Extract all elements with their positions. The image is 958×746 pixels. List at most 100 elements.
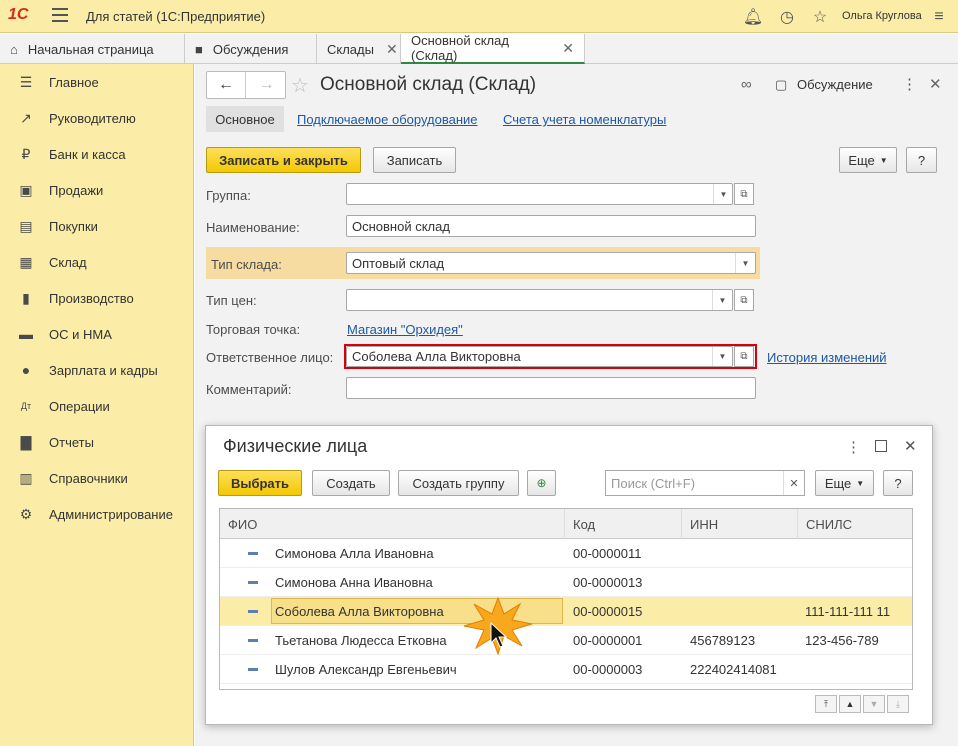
sidebar-item-sales[interactable]: ▣ Продажи	[0, 172, 194, 208]
close-icon[interactable]: ✕	[929, 75, 942, 93]
name-field[interactable]: Основной склад	[346, 215, 756, 237]
sidebar-item-warehouse[interactable]: ▦ Склад	[0, 244, 194, 280]
table-row[interactable]: Тьетанова Людесса Етковна 00-0000001 456…	[220, 626, 912, 655]
sidebar-item-main[interactable]: ☰ Главное	[0, 64, 194, 100]
search-input[interactable]: Поиск (Ctrl+F)	[605, 470, 805, 496]
discussion-button[interactable]: Обсуждение	[797, 77, 873, 92]
more-vertical-icon[interactable]: ⋮	[846, 438, 861, 456]
item-icon	[248, 610, 258, 613]
star-icon[interactable]: ☆	[291, 73, 309, 98]
create-button[interactable]: Создать	[312, 470, 390, 496]
close-icon[interactable]: ✕	[562, 40, 574, 57]
main-menu-icon[interactable]	[52, 8, 68, 22]
person-icon: ●	[21, 362, 31, 378]
ruble-coin-icon: ₽	[21, 145, 31, 162]
clear-search-icon[interactable]: ✕	[783, 471, 804, 495]
window-title: Для статей (1С:Предприятие)	[86, 9, 266, 24]
select-button[interactable]: Выбрать	[218, 470, 302, 496]
sidebar-item-label: Администрирование	[49, 506, 173, 522]
chat-icon: ■	[195, 41, 203, 57]
user-name[interactable]: Ольга Круглова	[842, 10, 922, 22]
tab-main-warehouse[interactable]: Основной склад (Склад) ✕	[401, 33, 585, 64]
table-row[interactable]: Шулов Александр Евгеньевич 00-0000003 22…	[220, 655, 912, 684]
cell-inn: 456789123	[690, 633, 756, 648]
sidebar-item-fixed-assets[interactable]: ▬ ОС и НМА	[0, 316, 194, 352]
store-link[interactable]: Магазин "Орхидея"	[347, 322, 463, 337]
price-type-field[interactable]: ▼	[346, 289, 733, 311]
bell-icon[interactable]: 🔔︎	[743, 7, 763, 27]
create-group-button[interactable]: Создать группу	[398, 470, 519, 496]
table-row[interactable]: Симонова Анна Ивановна 00-0000013	[220, 568, 912, 597]
menu-lines-icon: ☰	[19, 73, 33, 90]
open-icon[interactable]: ⧉	[734, 346, 754, 367]
sidebar-item-label: Справочники	[49, 470, 128, 486]
group-label: Группа:	[206, 188, 251, 203]
sidebar-item-salary[interactable]: ● Зарплата и кадры	[0, 352, 194, 388]
tab-home[interactable]: ⌂ Начальная страница	[0, 34, 185, 64]
table-header: ФИО Код ИНН СНИЛС	[220, 509, 912, 539]
sidebar-item-label: Производство	[49, 290, 134, 306]
responsible-field[interactable]: Соболева Алла Викторовна ▼	[346, 346, 733, 367]
link-icon[interactable]: ∞	[741, 76, 752, 93]
more-vertical-icon[interactable]: ⋮	[902, 75, 917, 93]
history-icon[interactable]: ◷	[777, 7, 797, 27]
help-button[interactable]: ?	[906, 147, 937, 173]
comment-field[interactable]	[346, 377, 756, 399]
close-icon[interactable]: ✕	[904, 437, 917, 455]
group-field[interactable]	[346, 183, 733, 205]
tab-discussions[interactable]: ■ Обсуждения	[185, 34, 317, 64]
sidebar-item-director[interactable]: ↗ Руководителю	[0, 100, 194, 136]
table-row-selected[interactable]: Соболева Алла Викторовна 00-0000015 111-…	[220, 597, 912, 626]
save-button[interactable]: Записать	[373, 147, 456, 173]
open-icon[interactable]: ⧉	[734, 183, 754, 205]
back-arrow-icon[interactable]: ←	[207, 72, 246, 98]
comment-label: Комментарий:	[206, 382, 292, 397]
help-button[interactable]: ?	[883, 470, 913, 496]
settings-menu-icon[interactable]: ≡	[929, 7, 949, 27]
sidebar-item-bank[interactable]: ₽ Банк и касса	[0, 136, 194, 172]
dialog-title: Физические лица	[223, 436, 368, 456]
dropdown-icon[interactable]: ▼	[712, 290, 732, 310]
column-header-name[interactable]: ФИО	[220, 509, 565, 539]
scroll-down-icon[interactable]: ▼	[863, 695, 885, 713]
close-icon[interactable]: ✕	[386, 41, 398, 58]
scroll-to-bottom-icon[interactable]: ⤓	[887, 695, 909, 713]
save-and-close-button[interactable]: Записать и закрыть	[206, 147, 361, 173]
type-label: Тип склада:	[211, 257, 282, 272]
table-row[interactable]: Симонова Алла Ивановна 00-0000011	[220, 539, 912, 568]
sidebar-item-catalogs[interactable]: ▥ Справочники	[0, 460, 194, 496]
sidebar-item-reports[interactable]: ▇ Отчеты	[0, 424, 194, 460]
warehouse-type-field[interactable]: Оптовый склад ▼	[346, 252, 756, 274]
add-from-template-button[interactable]: ⊕	[527, 470, 556, 496]
sidebar-item-production[interactable]: ▮ Производство	[0, 280, 194, 316]
more-button[interactable]: Еще ▼	[815, 470, 874, 496]
sidebar: ☰ Главное ↗ Руководителю ₽ Банк и касса ▣ Пр…	[0, 64, 194, 746]
column-header-inn[interactable]: ИНН	[682, 509, 798, 539]
sidebar-item-admin[interactable]: ⚙ Администрирование	[0, 496, 194, 532]
sidebar-item-purchases[interactable]: ▤ Покупки	[0, 208, 194, 244]
sidebar-item-label: ОС и НМА	[49, 326, 112, 342]
subtab-main[interactable]: Основное	[206, 106, 284, 132]
sidebar-item-operations[interactable]: Дт Операции	[0, 388, 194, 424]
history-link[interactable]: История изменений	[767, 350, 887, 365]
column-header-snils[interactable]: СНИЛС	[798, 509, 912, 539]
maximize-icon[interactable]	[875, 440, 887, 452]
dropdown-icon[interactable]: ▼	[735, 253, 755, 273]
scroll-to-top-icon[interactable]: ⤒	[815, 695, 837, 713]
scroll-up-icon[interactable]: ▲	[839, 695, 861, 713]
dropdown-icon[interactable]: ▼	[712, 347, 732, 366]
subtab-equipment[interactable]: Подключаемое оборудование	[297, 112, 478, 127]
dropdown-icon[interactable]: ▼	[713, 184, 733, 204]
cell-name: Тьетанова Людесса Етковна	[275, 633, 447, 648]
more-label: Еще	[824, 475, 852, 491]
warehouse-type-value: Оптовый склад	[352, 256, 445, 271]
subtab-accounts[interactable]: Счета учета номенклатуры	[503, 112, 666, 127]
tab-label: Обсуждения	[212, 41, 289, 57]
star-icon[interactable]: ☆	[810, 7, 830, 27]
open-icon[interactable]: ⧉	[734, 289, 754, 311]
more-button[interactable]: Еще ▼	[839, 147, 897, 173]
cell-code: 00-0000013	[573, 575, 643, 590]
forward-arrow-icon[interactable]: →	[247, 72, 286, 98]
tab-warehouses[interactable]: Склады ✕	[317, 34, 401, 64]
column-header-code[interactable]: Код	[565, 509, 682, 539]
